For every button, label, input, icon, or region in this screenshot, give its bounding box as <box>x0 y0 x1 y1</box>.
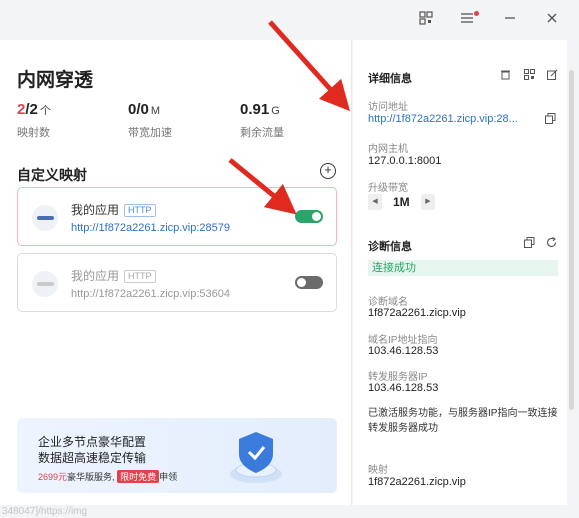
refresh-icon[interactable] <box>546 237 557 251</box>
increase-icon[interactable]: ▶ <box>421 194 435 210</box>
host-label: 内网主机 <box>368 144 408 155</box>
minimize-icon[interactable] <box>501 11 519 29</box>
access-url[interactable]: http://1f872a2261.zicp.vip:28... <box>368 113 518 125</box>
ip-value: 103.46.128.53 <box>368 345 439 357</box>
mapping-toggle-on[interactable] <box>295 210 323 223</box>
mapping-card[interactable]: 我的应用 HTTP http://1f872a2261.zicp.vip:2857… <box>17 187 337 246</box>
fwd-value: 103.46.128.53 <box>368 382 439 394</box>
diag-domain-label: 诊断域名 <box>368 297 408 308</box>
diag-message: 已激活服务功能，与服务器IP指向一致连接转发服务器成功 <box>368 408 558 434</box>
decrease-icon[interactable]: ◀ <box>368 194 382 210</box>
mapping-card[interactable]: 我的应用 HTTP http://1f872a2261.zicp.vip:5360… <box>17 253 337 312</box>
mapping-url[interactable]: http://1f872a2261.zicp.vip:28579 <box>71 222 230 234</box>
stat-traffic-label: 剩余流量 <box>240 127 284 139</box>
scrollbar-thumb[interactable] <box>569 70 574 410</box>
shield-graphic-icon <box>230 432 282 483</box>
qr-code-icon[interactable] <box>524 69 535 83</box>
close-icon[interactable] <box>543 11 561 29</box>
diag-status: 连接成功 <box>368 260 558 276</box>
stat-mappings-label: 映射数 <box>17 127 50 139</box>
protocol-badge: HTTP <box>124 204 156 217</box>
mapping-name: 我的应用 HTTP <box>71 201 156 218</box>
delete-icon[interactable] <box>500 69 511 83</box>
notification-dot <box>474 11 479 16</box>
promo-banner[interactable]: 企业多节点豪华配置 数据超高速稳定传输 2699元豪华版服务, 限时免费 申领 <box>17 418 337 493</box>
mapping-name: 我的应用 HTTP <box>71 267 156 284</box>
bandwidth-value: 1M <box>393 195 410 209</box>
diag-domain-value: 1f872a2261.zicp.vip <box>368 307 466 319</box>
bandwidth-label: 升级带宽 <box>368 183 408 194</box>
copy-icon[interactable] <box>524 237 535 251</box>
page-title: 内网穿透 <box>17 70 94 91</box>
map-label: 映射 <box>368 465 388 476</box>
access-label: 访问地址 <box>368 102 408 113</box>
diag-title: 诊断信息 <box>368 241 412 253</box>
mapping-url[interactable]: http://1f872a2261.zicp.vip:53604 <box>71 288 230 300</box>
banner-line3: 2699元豪华版服务, 限时免费 申领 <box>38 470 178 483</box>
banner-line2: 数据超高速稳定传输 <box>38 451 147 465</box>
app-logo-icon <box>32 205 58 231</box>
title-bar <box>0 0 579 40</box>
ip-label: 域名IP地址指向 <box>368 335 438 346</box>
mappings-title: 自定义映射 <box>17 167 87 183</box>
copy-icon[interactable] <box>545 113 556 127</box>
banner-line1: 企业多节点豪华配置 <box>38 435 147 449</box>
footer-watermark: 348047]/https://img <box>0 505 579 518</box>
detail-panel: 详细信息 访问地址 http://1f872a2261.zicp.vip:28.… <box>353 40 567 505</box>
left-panel: 内网穿透 2/2 个 映射数 0/0 M 带宽加速 0.91 G 剩余流量 自定义映射… <box>0 40 352 505</box>
detail-title: 详细信息 <box>368 73 412 85</box>
app-logo-icon <box>32 271 58 297</box>
stat-traffic-value: 0.91 G <box>240 101 280 118</box>
map-value: 1f872a2261.zicp.vip <box>368 476 466 488</box>
host-value: 127.0.0.1:8001 <box>368 155 442 167</box>
protocol-badge: HTTP <box>124 270 156 283</box>
stat-bandwidth-label: 带宽加速 <box>128 127 172 139</box>
stat-bandwidth-value: 0/0 M <box>128 101 161 118</box>
qr-code-icon[interactable] <box>417 11 435 29</box>
fwd-label: 转发服务器IP <box>368 372 428 383</box>
add-mapping-button[interactable]: + <box>320 163 336 179</box>
stat-mappings-value: 2/2 个 <box>17 101 51 118</box>
edit-icon[interactable] <box>547 69 558 83</box>
mapping-toggle-off[interactable] <box>295 276 323 289</box>
